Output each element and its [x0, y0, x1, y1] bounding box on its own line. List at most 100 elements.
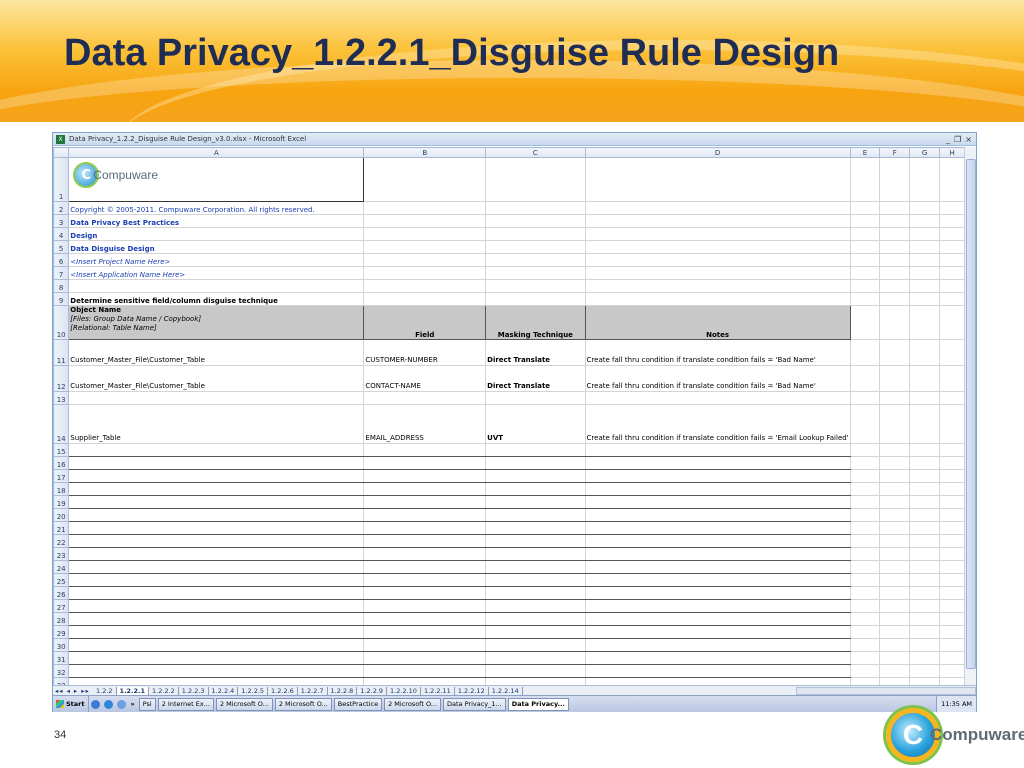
sheet-tab[interactable]: 1.2.2.1	[116, 686, 150, 695]
sheet-tab[interactable]: 1.2.2.7	[298, 686, 328, 695]
cell[interactable]	[909, 508, 941, 522]
cell[interactable]	[939, 586, 965, 600]
cell[interactable]	[879, 214, 911, 228]
cell[interactable]	[363, 214, 487, 228]
field-header[interactable]: Field	[363, 305, 487, 340]
close-button[interactable]: ×	[965, 135, 972, 144]
cell[interactable]	[939, 482, 965, 496]
cell[interactable]	[68, 560, 365, 574]
cell[interactable]	[68, 638, 365, 652]
cell[interactable]	[879, 266, 911, 280]
cell[interactable]	[909, 495, 941, 509]
quicklaunch-chevron[interactable]: »	[131, 700, 135, 708]
cell[interactable]	[485, 482, 586, 496]
row-header[interactable]: 13	[53, 391, 70, 405]
cell[interactable]	[879, 677, 911, 685]
cell[interactable]	[68, 651, 365, 665]
cell[interactable]	[849, 586, 881, 600]
cell[interactable]	[485, 292, 586, 306]
cell[interactable]	[939, 612, 965, 626]
cell[interactable]	[879, 508, 911, 522]
cell[interactable]	[68, 456, 365, 470]
row-header[interactable]: 33	[53, 677, 70, 685]
cell[interactable]	[584, 482, 851, 496]
cell[interactable]	[485, 469, 586, 483]
row-header[interactable]: 18	[53, 482, 70, 496]
cell[interactable]	[909, 404, 941, 444]
cell[interactable]	[363, 266, 487, 280]
cell[interactable]	[485, 201, 586, 215]
object-cell[interactable]: Customer_Master_File\Customer_Table	[68, 339, 365, 366]
cell[interactable]	[939, 495, 965, 509]
cell[interactable]	[909, 534, 941, 548]
row-header[interactable]: 8	[53, 279, 70, 293]
logo-cell[interactable]: C Compuware	[68, 157, 365, 202]
cell[interactable]	[909, 305, 941, 340]
cell[interactable]	[849, 664, 881, 678]
select-all-corner[interactable]	[53, 147, 70, 158]
cell[interactable]	[879, 599, 911, 613]
row-header[interactable]: 28	[53, 612, 70, 626]
taskbar-button[interactable]: BestPractice	[333, 697, 383, 711]
cell[interactable]	[879, 664, 911, 678]
cell[interactable]	[485, 253, 586, 267]
cell[interactable]	[879, 651, 911, 665]
cell[interactable]	[909, 391, 941, 405]
cell[interactable]	[879, 339, 911, 366]
cell[interactable]	[584, 227, 851, 241]
cell[interactable]	[584, 638, 851, 652]
cell[interactable]	[849, 508, 881, 522]
cell[interactable]	[909, 651, 941, 665]
taskbar-button[interactable]: Psi	[138, 697, 156, 711]
cell[interactable]	[909, 612, 941, 626]
best-practices-cell[interactable]: Data Privacy Best Practices	[68, 214, 365, 228]
cell[interactable]	[939, 573, 965, 587]
cell[interactable]	[849, 391, 881, 405]
column-header-g[interactable]: G	[909, 147, 941, 158]
sheet-tab[interactable]: 1.2.2.3	[179, 686, 209, 695]
row-header[interactable]: 23	[53, 547, 70, 561]
row-header[interactable]: 7	[53, 266, 70, 280]
field-cell[interactable]: CONTACT-NAME	[363, 365, 487, 392]
cell[interactable]	[363, 664, 487, 678]
cell[interactable]	[584, 214, 851, 228]
cell[interactable]	[879, 521, 911, 535]
disguise-design-cell[interactable]: Data Disguise Design	[68, 240, 365, 254]
cell[interactable]	[363, 495, 487, 509]
cell[interactable]	[584, 456, 851, 470]
cell[interactable]	[939, 404, 965, 444]
cell[interactable]	[485, 279, 586, 293]
cell[interactable]	[485, 521, 586, 535]
browser-icon[interactable]	[116, 699, 126, 709]
cell[interactable]	[849, 305, 881, 340]
sheet-tab[interactable]: 1.2.2.12	[455, 686, 489, 695]
cell[interactable]	[909, 456, 941, 470]
cell[interactable]	[879, 625, 911, 639]
cell[interactable]	[485, 495, 586, 509]
cell[interactable]	[68, 625, 365, 639]
clock[interactable]: 11:35 AM	[941, 700, 972, 708]
row-header[interactable]: 27	[53, 599, 70, 613]
cell[interactable]	[68, 508, 365, 522]
cell[interactable]	[849, 651, 881, 665]
cell[interactable]	[68, 573, 365, 587]
column-header-e[interactable]: E	[849, 147, 881, 158]
cell[interactable]	[363, 157, 487, 202]
cell[interactable]	[849, 253, 881, 267]
column-header-b[interactable]: B	[363, 147, 487, 158]
masking-technique-header[interactable]: Masking Technique	[485, 305, 586, 340]
cell[interactable]	[879, 612, 911, 626]
application-name-cell[interactable]: <Insert Application Name Here>	[68, 266, 365, 280]
cell[interactable]	[849, 677, 881, 685]
chrome-icon[interactable]	[90, 699, 100, 709]
notes-header[interactable]: Notes	[584, 305, 851, 340]
cell[interactable]	[584, 253, 851, 267]
cell[interactable]	[939, 391, 965, 405]
cell[interactable]	[485, 573, 586, 587]
cell[interactable]	[879, 638, 911, 652]
taskbar-button[interactable]: 2 Microsoft O...	[384, 697, 442, 711]
row-header[interactable]: 6	[53, 253, 70, 267]
cell[interactable]	[363, 573, 487, 587]
cell[interactable]	[849, 443, 881, 457]
cell[interactable]	[909, 339, 941, 366]
